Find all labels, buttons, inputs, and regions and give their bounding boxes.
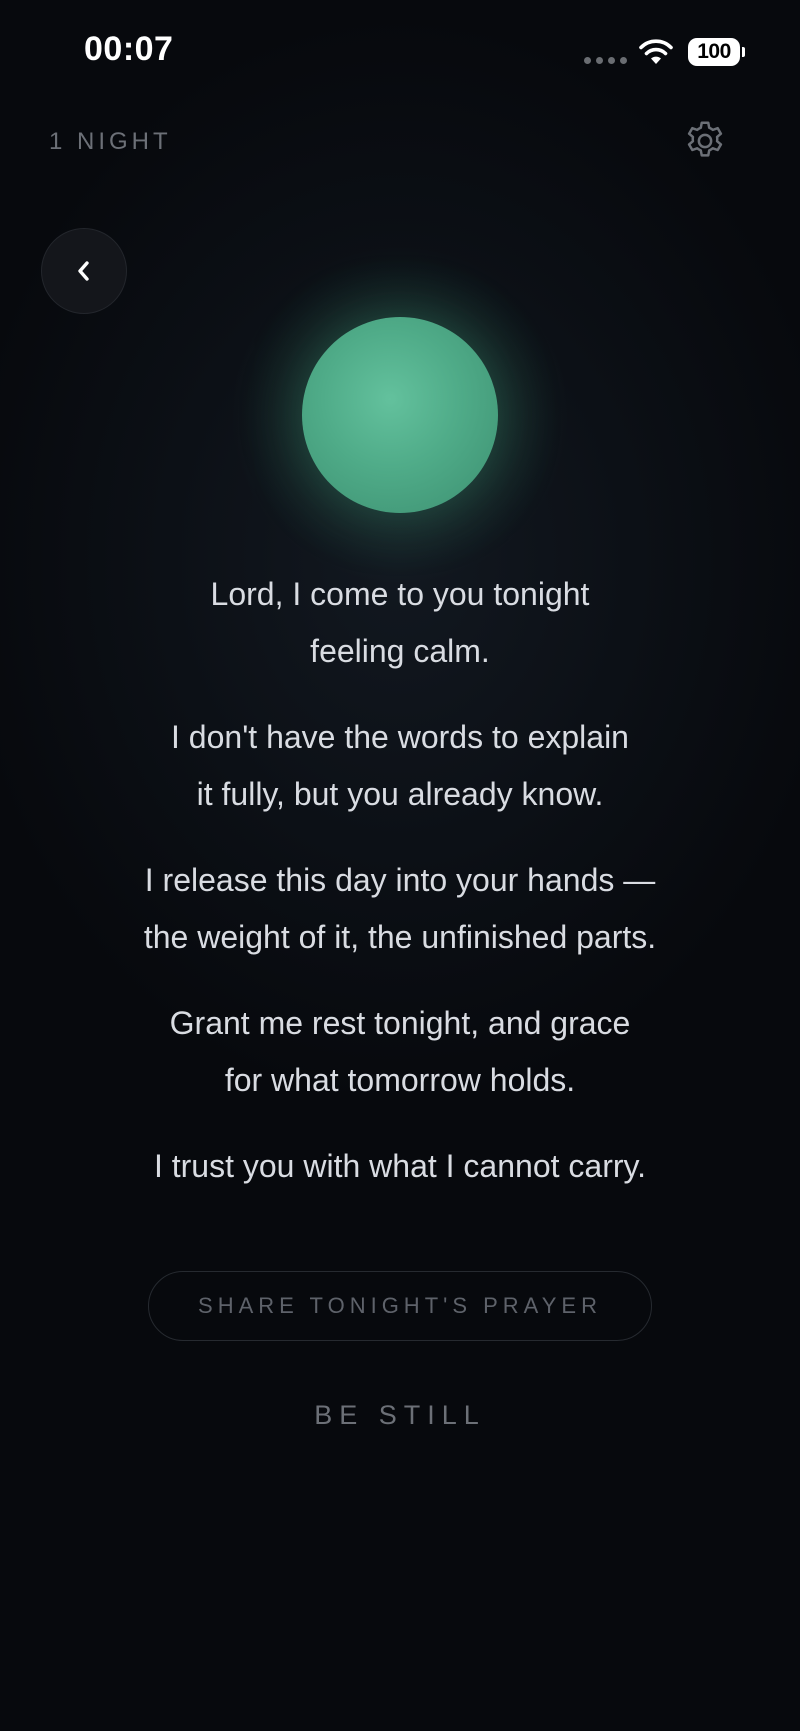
prayer-paragraph: Lord, I come to you tonight feeling calm… bbox=[60, 566, 740, 680]
prayer-paragraph: I trust you with what I cannot carry. bbox=[60, 1138, 740, 1195]
prayer-line: Lord, I come to you tonight bbox=[210, 576, 590, 612]
share-prayer-button[interactable]: SHARE TONIGHT'S PRAYER bbox=[148, 1271, 652, 1341]
battery-level: 100 bbox=[697, 40, 731, 63]
back-button[interactable] bbox=[41, 228, 127, 314]
prayer-line: I release this day into your hands — bbox=[144, 862, 656, 898]
prayer-paragraph: I don't have the words to explain it ful… bbox=[60, 709, 740, 823]
battery-indicator: 100 bbox=[688, 38, 746, 68]
prayer-text: Lord, I come to you tonight feeling calm… bbox=[60, 566, 740, 1224]
be-still-button[interactable]: BE STILL bbox=[0, 1400, 800, 1431]
prayer-line: Grant me rest tonight, and grace bbox=[169, 1005, 631, 1041]
prayer-paragraph: I release this day into your hands — the… bbox=[60, 852, 740, 966]
share-prayer-label: SHARE TONIGHT'S PRAYER bbox=[198, 1293, 602, 1318]
night-count: 1 NIGHT bbox=[49, 128, 172, 155]
wifi-icon bbox=[639, 39, 673, 64]
prayer-screen: 00:07 100 1 NIGHT Lord, I come to you to… bbox=[0, 0, 800, 1731]
chevron-left-icon bbox=[78, 261, 89, 281]
prayer-line: I trust you with what I cannot carry. bbox=[153, 1148, 647, 1184]
prayer-line: I don't have the words to explain bbox=[171, 719, 629, 755]
settings-button[interactable] bbox=[680, 116, 730, 166]
breathing-orb bbox=[302, 317, 498, 513]
status-time: 00:07 bbox=[84, 30, 174, 68]
prayer-line: it fully, but you already know. bbox=[196, 776, 604, 812]
prayer-line: feeling calm. bbox=[310, 633, 490, 669]
prayer-line: the weight of it, the unfinished parts. bbox=[143, 919, 657, 955]
cellular-signal-icon bbox=[584, 57, 627, 64]
battery-icon: 100 bbox=[688, 38, 740, 66]
status-bar: 00:07 100 bbox=[0, 0, 800, 106]
prayer-line: for what tomorrow holds. bbox=[224, 1062, 576, 1098]
prayer-paragraph: Grant me rest tonight, and grace for wha… bbox=[60, 995, 740, 1109]
gear-icon bbox=[687, 121, 723, 157]
